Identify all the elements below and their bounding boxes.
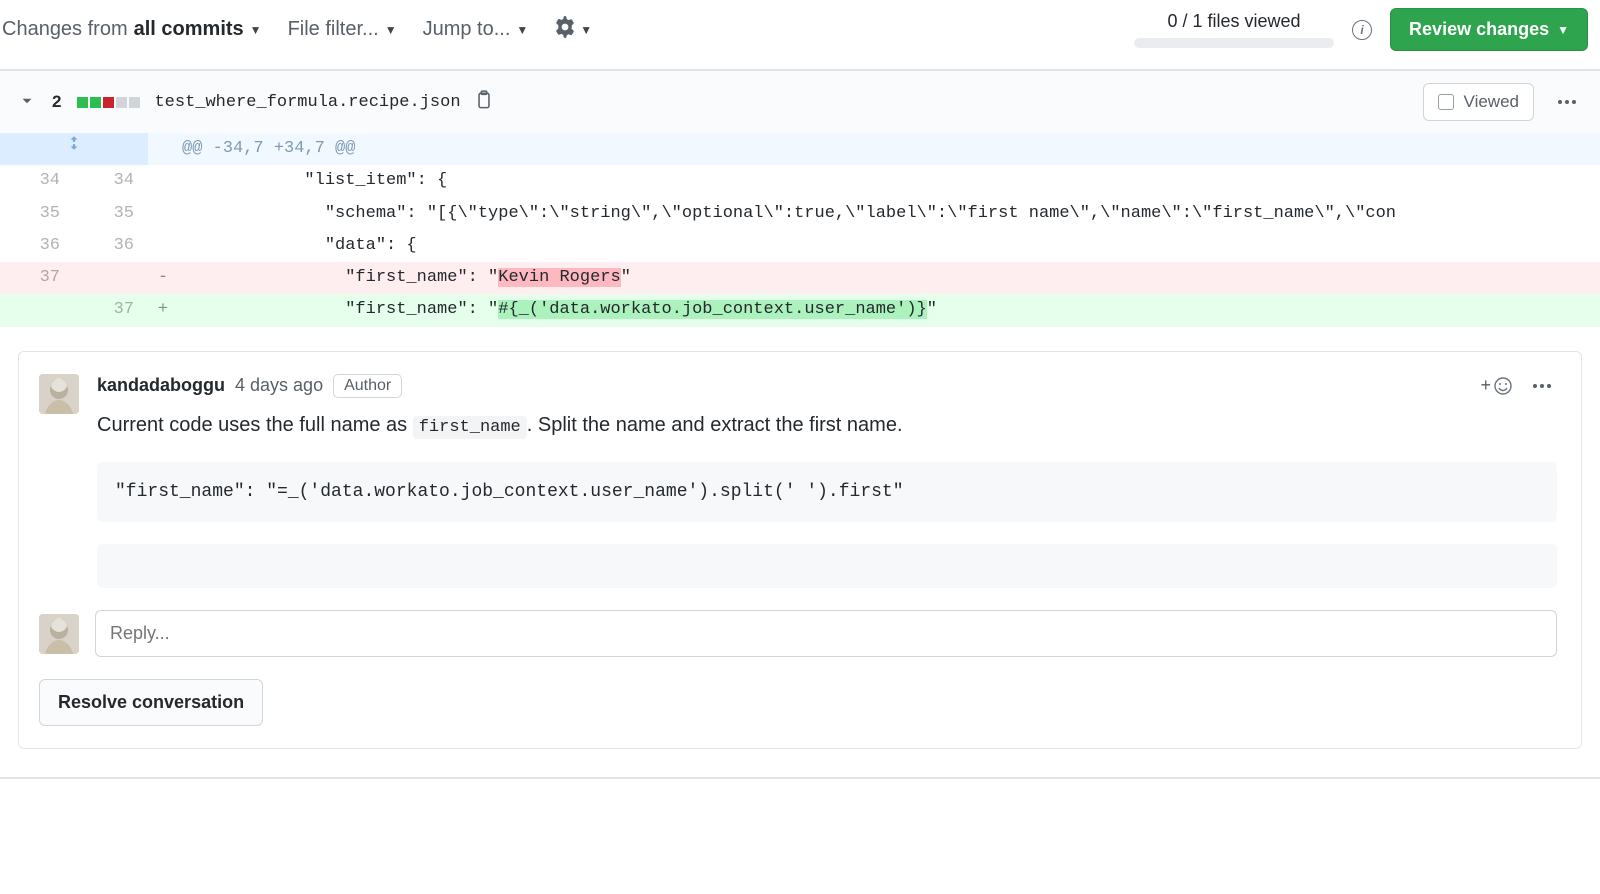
- diff-code: "list_item": {: [178, 165, 1600, 197]
- comment-body: kandadaboggu 4 days ago Author +: [97, 374, 1557, 589]
- files-viewed-text: 0 / 1 files viewed: [1168, 11, 1301, 32]
- hunk-range: @@ -34,7 +34,7 @@: [178, 133, 1600, 165]
- comment-menu-button[interactable]: [1527, 378, 1557, 394]
- comment-author[interactable]: kandadaboggu: [97, 375, 225, 396]
- author-badge: Author: [333, 374, 402, 398]
- diff-code: "first_name": "Kevin Rogers": [178, 262, 1600, 294]
- line-num-old: 36: [0, 230, 74, 262]
- diff-view: @@ -34,7 +34,7 @@ 34 34 "list_item": { 3…: [0, 133, 1600, 327]
- caret-down-icon: ▼: [516, 23, 528, 37]
- file-header-actions: Viewed: [1423, 83, 1582, 121]
- line-num-new: 36: [74, 230, 148, 262]
- avatar[interactable]: [39, 374, 79, 414]
- diff-line-deleted[interactable]: 37 - "first_name": "Kevin Rogers": [0, 262, 1600, 294]
- comment-text: Current code uses the full name as first…: [97, 410, 1557, 441]
- diff-hunk-header: @@ -34,7 +34,7 @@: [0, 133, 1600, 165]
- line-num-new: [74, 262, 148, 294]
- viewed-checkbox[interactable]: Viewed: [1423, 83, 1534, 121]
- caret-down-icon: ▼: [385, 23, 397, 37]
- toolbar-right: 0 / 1 files viewed i Review changes ▼: [1134, 8, 1600, 51]
- file-diff-container: 2 test_where_formula.recipe.json Viewed: [0, 70, 1600, 779]
- diff-line[interactable]: 35 35 "schema": "[{\"type\":\"string\",\…: [0, 198, 1600, 230]
- diff-line[interactable]: 34 34 "list_item": {: [0, 165, 1600, 197]
- diffstat-del-icon: [103, 97, 114, 108]
- gear-icon: [554, 16, 576, 44]
- inline-code: first_name: [413, 416, 527, 439]
- viewed-label: Viewed: [1464, 92, 1519, 112]
- jump-to-label: Jump to...: [423, 18, 511, 41]
- diffstat-neutral-icon: [129, 97, 140, 108]
- line-num-old: [0, 294, 74, 326]
- toolbar-left: Changes from all commits ▼ File filter..…: [0, 16, 592, 44]
- line-num-old: 34: [0, 165, 74, 197]
- review-thread: kandadaboggu 4 days ago Author +: [0, 351, 1600, 750]
- line-num-old: 35: [0, 198, 74, 230]
- diff-line-added[interactable]: 37 + "first_name": "#{_('data.workato.jo…: [0, 294, 1600, 326]
- diffstat-add-icon: [90, 97, 101, 108]
- comment-actions: +: [1480, 375, 1557, 396]
- diff-toolbar: Changes from all commits ▼ File filter..…: [0, 0, 1600, 69]
- progress-bar: [1134, 38, 1334, 48]
- changes-from-prefix: Changes from: [2, 18, 128, 41]
- file-header: 2 test_where_formula.recipe.json Viewed: [0, 71, 1600, 133]
- diffstat-neutral-icon: [116, 97, 127, 108]
- file-menu-button[interactable]: [1552, 94, 1582, 110]
- line-num-old: 37: [0, 262, 74, 294]
- diff-code: "data": {: [178, 230, 1600, 262]
- diffstat: [77, 97, 140, 108]
- line-num-new: 34: [74, 165, 148, 197]
- reply-row: [19, 588, 1581, 657]
- review-comment: kandadaboggu 4 days ago Author +: [19, 352, 1581, 589]
- caret-down-icon: ▼: [580, 23, 592, 37]
- add-reaction-button[interactable]: +: [1480, 375, 1513, 396]
- line-num-new: 35: [74, 198, 148, 230]
- file-change-count: 2: [52, 92, 61, 112]
- file-name[interactable]: test_where_formula.recipe.json: [154, 93, 460, 112]
- diff-settings-dropdown[interactable]: ▼: [554, 16, 592, 44]
- collapse-file-button[interactable]: [18, 92, 36, 113]
- review-changes-label: Review changes: [1409, 19, 1549, 40]
- line-num-new: 37: [74, 294, 148, 326]
- comment-header: kandadaboggu 4 days ago Author +: [97, 374, 1557, 398]
- changes-from-value: all commits: [134, 18, 244, 41]
- diff-line[interactable]: 36 36 "data": {: [0, 230, 1600, 262]
- files-viewed-progress: 0 / 1 files viewed: [1134, 11, 1334, 48]
- jump-to-dropdown[interactable]: Jump to... ▼: [423, 18, 529, 41]
- info-icon[interactable]: i: [1352, 20, 1372, 40]
- avatar[interactable]: [39, 614, 79, 654]
- resolve-conversation-button[interactable]: Resolve conversation: [39, 679, 263, 726]
- file-filter-label: File filter...: [288, 18, 379, 41]
- reply-input[interactable]: [95, 610, 1557, 657]
- review-changes-button[interactable]: Review changes ▼: [1390, 8, 1588, 51]
- suggestion-codeblock: "first_name": "=_('data.workato.job_cont…: [97, 462, 1557, 522]
- expand-hunk-button[interactable]: [0, 133, 148, 165]
- comment-card: kandadaboggu 4 days ago Author +: [18, 351, 1582, 750]
- comment-timestamp: 4 days ago: [235, 375, 323, 396]
- diff-code: "first_name": "#{_('data.workato.job_con…: [178, 294, 1600, 326]
- divider: [0, 777, 1600, 778]
- diff-code: "schema": "[{\"type\":\"string\",\"optio…: [178, 198, 1600, 230]
- changes-from-dropdown[interactable]: Changes from all commits ▼: [2, 18, 262, 41]
- file-filter-dropdown[interactable]: File filter... ▼: [288, 18, 397, 41]
- caret-down-icon: ▼: [250, 23, 262, 37]
- caret-down-icon: ▼: [1557, 23, 1569, 37]
- diffstat-add-icon: [77, 97, 88, 108]
- resolve-row: Resolve conversation: [19, 657, 1581, 726]
- copy-path-button[interactable]: [475, 90, 493, 115]
- checkbox-icon: [1438, 94, 1454, 110]
- suggestion-codeblock-empty: [97, 544, 1557, 588]
